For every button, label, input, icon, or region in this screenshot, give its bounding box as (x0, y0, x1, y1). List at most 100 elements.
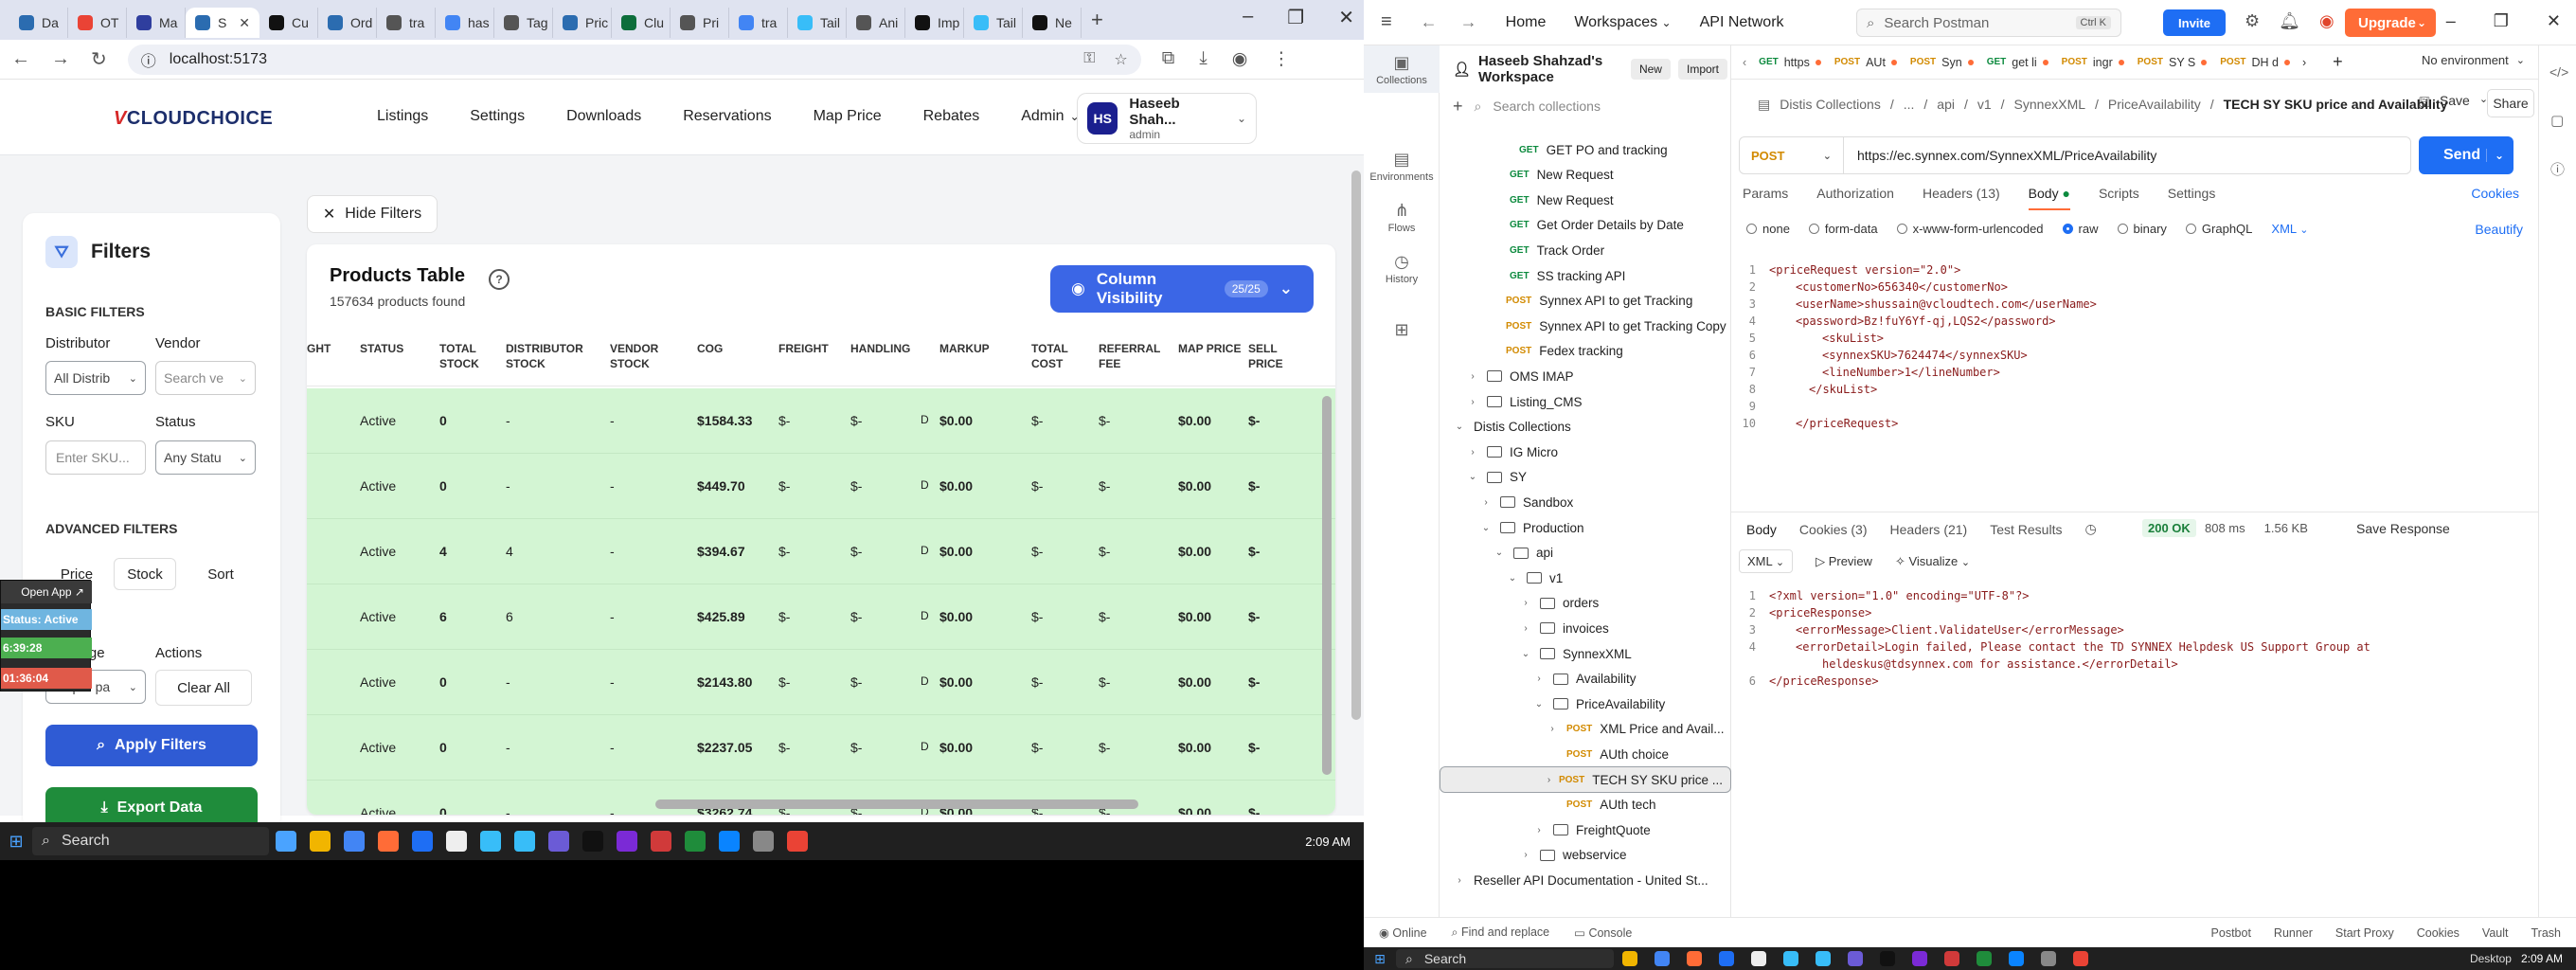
chevron-right-icon[interactable]: › (1479, 497, 1493, 508)
clear-all-button[interactable]: Clear All (155, 670, 252, 706)
table-row[interactable]: Active 0 - - $1584.33 $- $- D $0.00 $- $- $0.00 $- (307, 388, 1335, 454)
request-tab[interactable]: POST AUt (1828, 56, 1904, 69)
windows-start-icon[interactable]: ⊞ (1364, 951, 1396, 967)
help-icon[interactable]: ? (489, 269, 510, 290)
hide-filters-button[interactable]: ✕ Hide Filters (307, 195, 438, 233)
tree-item[interactable]: GET New Request (1440, 187, 1731, 213)
tree-item[interactable]: › POST XML Price and Avail... (1440, 716, 1731, 743)
breadcrumb-item[interactable]: Distis Collections (1780, 97, 1881, 113)
nav-listings[interactable]: Listings (377, 108, 428, 125)
radio-graphql[interactable]: GraphQL (2185, 222, 2252, 236)
column-header[interactable]: SELL PRICE (1248, 341, 1315, 371)
tab-body[interactable]: Body ● (2028, 186, 2070, 210)
chevron-right-icon[interactable]: › (1519, 850, 1532, 860)
nav-admin[interactable]: Admin ⌄ (1021, 108, 1079, 125)
chevron-right-icon[interactable]: › (1453, 875, 1466, 886)
taskbar-app-icon[interactable] (1655, 951, 1670, 966)
taskbar-app-icon[interactable] (514, 831, 535, 852)
cookies-button[interactable]: Cookies (2417, 926, 2460, 940)
taskbar-app-icon[interactable] (719, 831, 740, 852)
request-tab[interactable]: POST SY S (2131, 56, 2214, 69)
taskbar-app-icon[interactable] (787, 831, 808, 852)
browser-tab[interactable]: Tail (788, 8, 847, 38)
taskbar-app-icon[interactable] (1977, 951, 1992, 966)
taskbar-search[interactable]: ⌕ Search (32, 827, 269, 855)
address-bar[interactable]: ⓘ localhost:5173 ⚿ ☆ (127, 44, 1141, 75)
rail-add[interactable]: ⊞ (1364, 320, 1440, 342)
new-button[interactable]: New (1630, 59, 1671, 80)
taskbar-app-icon[interactable] (378, 831, 399, 852)
taskbar-app-icon[interactable] (412, 831, 433, 852)
browser-tab[interactable]: tra (729, 8, 788, 38)
tree-item[interactable]: GET Get Order Details by Date (1440, 212, 1731, 239)
taskbar-app-icon[interactable] (651, 831, 671, 852)
history-icon[interactable]: ◷ (2084, 521, 2096, 537)
column-header[interactable]: REFERRAL FEE (1099, 341, 1165, 371)
chevron-left-icon[interactable]: ‹ (1743, 56, 1746, 69)
share-button[interactable]: Share (2487, 89, 2534, 117)
nav-workspaces[interactable]: Workspaces ⌄ (1574, 14, 1671, 31)
stock-filter-button[interactable]: Stock (114, 558, 176, 590)
forward-icon[interactable]: → (51, 48, 70, 70)
tree-item[interactable]: › Sandbox (1440, 489, 1731, 515)
tab-scripts[interactable]: Scripts (2099, 186, 2139, 210)
tree-item[interactable]: › IG Micro (1440, 439, 1731, 465)
reload-icon[interactable]: ↻ (91, 47, 107, 71)
column-header[interactable]: FREIGHT (778, 341, 845, 356)
column-header[interactable]: HANDLING (850, 341, 917, 356)
table-row[interactable]: Active 0 - - $2237.05 $- $- D $0.00 $- $- $0.00 $- (307, 715, 1335, 781)
chevron-down-icon[interactable]: ⌄ (1479, 523, 1493, 533)
tree-item[interactable]: GET New Request (1440, 162, 1731, 189)
close-tab-icon[interactable]: ✕ (239, 15, 250, 31)
column-header[interactable]: VENDOR STOCK (610, 341, 676, 371)
nav-map-price[interactable]: Map Price (814, 108, 882, 125)
chevron-right-icon[interactable]: › (1532, 825, 1546, 835)
menu-dots-icon[interactable]: ⋮ (1272, 48, 1290, 70)
upgrade-button[interactable]: Upgrade ⌄ (2345, 9, 2436, 37)
back-icon[interactable]: ← (1421, 12, 1438, 32)
tree-item[interactable]: ⌄ Production (1440, 514, 1731, 541)
code-icon[interactable]: </> (2549, 64, 2568, 80)
new-tab-icon[interactable]: + (1091, 8, 1103, 32)
invite-button[interactable]: Invite (2163, 9, 2226, 36)
breadcrumb-item[interactable]: PriceAvailability (2108, 97, 2201, 113)
bookmark-star-icon[interactable]: ☆ (1114, 50, 1127, 69)
rail-collections[interactable]: ▣ Collections (1364, 45, 1440, 93)
scroll-thumb[interactable] (655, 799, 1138, 809)
user-avatar-icon[interactable]: ◉ (2319, 11, 2334, 31)
find-replace[interactable]: ⌕ Find and replace (1452, 925, 1550, 940)
chevron-right-icon[interactable]: › (1546, 724, 1559, 734)
extensions-icon[interactable]: ⧉ (1162, 48, 1175, 70)
settings-gear-icon[interactable]: ⚙ (2245, 11, 2260, 31)
column-header[interactable]: COG (697, 341, 763, 356)
taskbar-app-icon[interactable] (480, 831, 501, 852)
column-header[interactable]: TOTAL STOCK (439, 341, 506, 371)
chevron-down-icon[interactable]: ⌄ (1453, 422, 1466, 432)
tree-item[interactable]: › orders (1440, 590, 1731, 617)
browser-tab[interactable]: has (436, 8, 494, 38)
tab-response-headers[interactable]: Headers (21) (1890, 522, 1968, 537)
browser-tab[interactable]: Imp (905, 8, 964, 38)
close-icon[interactable]: ✕ (2547, 11, 2561, 31)
chevron-right-icon[interactable]: › (2302, 56, 2306, 69)
tree-item[interactable]: › Availability (1440, 666, 1731, 692)
request-tab[interactable]: POST DH d (2213, 56, 2297, 69)
download-icon[interactable]: ⤓ (1199, 48, 1207, 70)
chevron-right-icon[interactable]: › (1466, 447, 1479, 458)
taskbar-app-icon[interactable] (446, 831, 467, 852)
column-visibility-button[interactable]: ◉ Column Visibility 25/25 ⌄ (1050, 265, 1314, 313)
workspace-name[interactable]: Haseeb Shahzad's Workspace (1478, 53, 1623, 85)
save-button[interactable]: 🖫︎ Save ⌄ (2419, 93, 2488, 116)
import-button[interactable]: Import (1677, 59, 1727, 80)
minimize-icon[interactable]: – (1243, 6, 1253, 29)
radio-binary[interactable]: binary (2117, 222, 2167, 236)
browser-tab[interactable]: OT (68, 8, 127, 38)
tree-item[interactable]: ⌄ v1 (1440, 565, 1731, 591)
taskbar-app-icon[interactable] (2041, 951, 2056, 966)
rail-environments[interactable]: ▤ Environments (1364, 150, 1440, 183)
plus-icon[interactable]: + (1453, 97, 1463, 117)
user-menu[interactable]: HS Haseeb Shah... admin ⌄ (1077, 93, 1257, 144)
column-header[interactable]: MAP PRICE (1178, 341, 1244, 356)
request-url-input[interactable]: https://ec.synnex.com/SynnexXML/PriceAva… (1844, 148, 2156, 163)
taskbar-app-icon[interactable] (1751, 951, 1766, 966)
